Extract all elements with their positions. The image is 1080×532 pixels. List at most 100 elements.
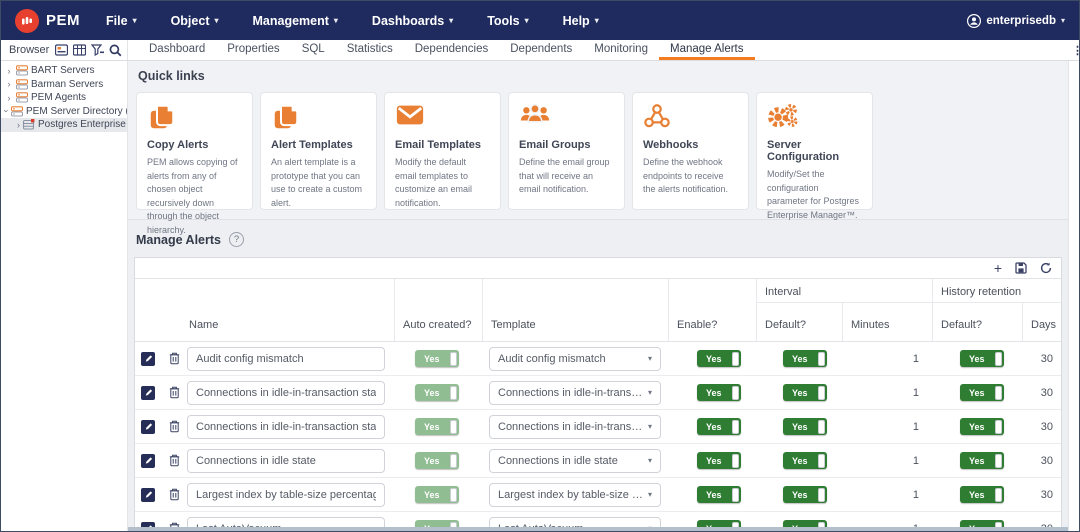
delete-row-icon[interactable] (169, 488, 180, 501)
tree-caret-icon[interactable]: › (5, 79, 13, 89)
tree-caret-icon[interactable]: › (2, 110, 12, 113)
interval-default-toggle[interactable]: Yes (783, 350, 827, 367)
edit-row-icon[interactable] (141, 488, 155, 502)
delete-row-icon[interactable] (169, 454, 180, 467)
quick-link-card[interactable]: Webhooks Define the webhook endpoints to… (632, 92, 749, 210)
history-default-toggle[interactable]: Yes (960, 384, 1004, 401)
menu-item[interactable]: Object▾ (171, 14, 219, 28)
tree-item-label: Postgres Enterprise Man (38, 119, 128, 130)
history-default-cell: Yes (933, 452, 1023, 469)
auto-created-toggle[interactable]: Yes (415, 418, 459, 435)
browser-tree: › BART Servers › Barman Servers › (1, 61, 128, 531)
filter-icon[interactable] (91, 44, 104, 56)
object-explorer-icon[interactable] (55, 44, 68, 56)
days-cell: 30 (1023, 455, 1061, 467)
quick-link-card[interactable]: Email Groups Define the email group that… (508, 92, 625, 210)
tab-item[interactable]: Dependents (499, 40, 583, 60)
quick-link-card[interactable]: Alert Templates An alert template is a p… (260, 92, 377, 210)
tree-caret-icon[interactable]: › (5, 93, 13, 103)
menu-item[interactable]: Tools▾ (487, 14, 528, 28)
tree-item-label: PEM Server Directory (1) (26, 106, 128, 117)
template-select[interactable]: Largest index by table-size percentage▾ (489, 483, 661, 507)
alert-name-cell (187, 483, 395, 507)
tree-item[interactable]: › BART Servers (1, 64, 127, 78)
column-header-days: Days (1023, 303, 1062, 341)
delete-row-icon[interactable] (169, 420, 180, 433)
gears-icon (767, 102, 799, 130)
alert-name-input[interactable] (187, 347, 385, 371)
interval-default-toggle[interactable]: Yes (783, 452, 827, 469)
alert-name-input[interactable] (187, 381, 385, 405)
add-row-button[interactable]: + (994, 261, 1002, 275)
tree-item[interactable]: › Postgres Enterprise Man (1, 118, 127, 132)
alert-name-input[interactable] (187, 449, 385, 473)
vertical-scrollbar-gutter[interactable] (1068, 61, 1079, 531)
menu-item[interactable]: Dashboards▾ (372, 14, 453, 28)
tab-item[interactable]: Dependencies (404, 40, 500, 60)
quick-link-title: Email Groups (519, 139, 614, 151)
alert-name-input[interactable] (187, 483, 385, 507)
tab-item[interactable]: Monitoring (583, 40, 659, 60)
chevron-down-icon: ▾ (525, 16, 529, 25)
history-default-toggle[interactable]: Yes (960, 418, 1004, 435)
table-row: Yes Largest index by table-size percenta… (135, 478, 1061, 512)
history-default-toggle[interactable]: Yes (960, 486, 1004, 503)
tab-item[interactable]: Dashboard (138, 40, 216, 60)
quick-link-card[interactable]: Copy Alerts PEM allows copying of alerts… (136, 92, 253, 210)
save-button[interactable] (1015, 262, 1027, 274)
delete-row-icon[interactable] (169, 352, 180, 365)
template-select[interactable]: Connections in idle state▾ (489, 449, 661, 473)
interval-default-toggle[interactable]: Yes (783, 486, 827, 503)
minutes-cell: 1 (843, 387, 933, 399)
days-cell: 30 (1023, 387, 1061, 399)
menu-item[interactable]: Help▾ (563, 14, 599, 28)
template-select[interactable]: Connections in idle-in-transaction state… (489, 415, 661, 439)
delete-row-icon[interactable] (169, 386, 180, 399)
user-menu[interactable]: enterprisedb ▾ (967, 14, 1065, 28)
edit-row-icon[interactable] (141, 352, 155, 366)
interval-default-toggle[interactable]: Yes (783, 418, 827, 435)
alert-name-input[interactable] (187, 415, 385, 439)
quick-link-card[interactable]: Email Templates Modify the default email… (384, 92, 501, 210)
tree-item[interactable]: › PEM Agents (1, 91, 127, 105)
manage-alerts-title: Manage Alerts (136, 233, 221, 247)
tree-caret-icon[interactable]: › (5, 66, 13, 76)
grid-view-icon[interactable] (73, 44, 86, 56)
edit-row-icon[interactable] (141, 420, 155, 434)
tree-item[interactable]: › PEM Server Directory (1) (1, 105, 127, 119)
menu-item[interactable]: Management▾ (253, 14, 338, 28)
enable-toggle[interactable]: Yes (697, 350, 741, 367)
tab-overflow-icon[interactable]: ⋮ (1072, 40, 1079, 60)
template-select[interactable]: Connections in idle-in-transaction state… (489, 381, 661, 405)
tab-item[interactable]: Manage Alerts (659, 40, 755, 60)
refresh-icon[interactable] (1040, 262, 1052, 274)
quick-link-title: Alert Templates (271, 139, 366, 151)
history-default-toggle[interactable]: Yes (960, 452, 1004, 469)
menu-bar: File▾ Object▾ Management▾ Dashboards▾ To… (106, 14, 599, 28)
manage-alerts-section: Manage Alerts ? + Name Auto created? Tem… (128, 220, 1068, 531)
auto-created-toggle[interactable]: Yes (415, 384, 459, 401)
tab-item[interactable]: SQL (291, 40, 336, 60)
template-select[interactable]: Audit config mismatch▾ (489, 347, 661, 371)
quick-link-card[interactable]: Server Configuration Modify/Set the conf… (756, 92, 873, 210)
enable-toggle[interactable]: Yes (697, 452, 741, 469)
auto-created-toggle[interactable]: Yes (415, 350, 459, 367)
tree-item[interactable]: › Barman Servers (1, 78, 127, 92)
tree-caret-icon[interactable]: › (17, 120, 20, 130)
edit-row-icon[interactable] (141, 386, 155, 400)
enable-toggle[interactable]: Yes (697, 384, 741, 401)
enable-toggle[interactable]: Yes (697, 418, 741, 435)
interval-default-toggle[interactable]: Yes (783, 384, 827, 401)
edit-row-icon[interactable] (141, 454, 155, 468)
help-icon[interactable]: ? (229, 232, 244, 247)
enable-toggle[interactable]: Yes (697, 486, 741, 503)
username-label: enterprisedb (986, 15, 1056, 27)
auto-created-toggle[interactable]: Yes (415, 486, 459, 503)
tab-item[interactable]: Statistics (336, 40, 404, 60)
auto-created-toggle[interactable]: Yes (415, 452, 459, 469)
horizontal-scrollbar[interactable] (128, 527, 1068, 531)
menu-item[interactable]: File▾ (106, 14, 137, 28)
history-default-toggle[interactable]: Yes (960, 350, 1004, 367)
search-icon[interactable] (109, 44, 122, 57)
tab-item[interactable]: Properties (216, 40, 290, 60)
